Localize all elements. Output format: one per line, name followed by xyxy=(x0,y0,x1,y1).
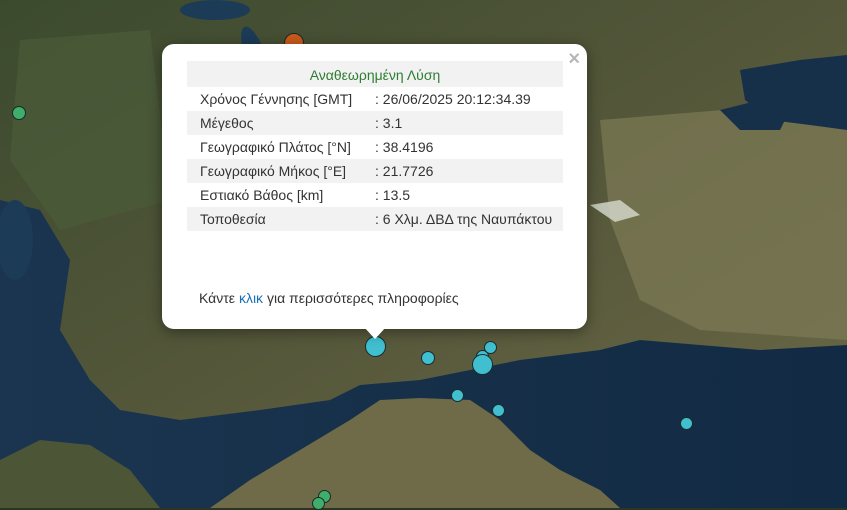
row-label: Γεωγραφικό Μήκος [°E] xyxy=(187,159,375,183)
table-row: Γεωγραφικό Μήκος [°E] : 21.7726 xyxy=(187,159,563,183)
earthquake-marker-icon[interactable] xyxy=(365,336,386,357)
earthquake-marker-icon[interactable] xyxy=(680,417,693,430)
row-value: : 21.7726 xyxy=(375,159,563,183)
row-label: Χρόνος Γέννησης [GMT] xyxy=(200,91,353,107)
row-label: Τοποθεσία xyxy=(187,207,375,231)
more-prefix: Κάντε xyxy=(199,290,236,306)
table-row: Μέγεθος : 3.1 xyxy=(187,111,563,135)
earthquake-marker-icon[interactable] xyxy=(421,351,435,365)
table-row: Τοποθεσία : 6 Χλμ. ΔΒΔ της Ναυπάκτου xyxy=(187,207,563,231)
lake xyxy=(180,0,250,20)
popup-title: Αναθεωρημένη Λύση xyxy=(187,61,563,87)
table-row: Εστιακό Βάθος [km] : 13.5 xyxy=(187,183,563,207)
table-row: Χρόνος Γέννησης [GMT] : 26/06/2025 20:12… xyxy=(187,87,563,111)
earthquake-marker-icon[interactable] xyxy=(451,389,464,402)
row-value: : 3.1 xyxy=(375,111,563,135)
row-label: Γεωγραφικό Πλάτος [°N] xyxy=(200,139,351,155)
popup-tip xyxy=(364,327,386,339)
earthquake-marker-icon[interactable] xyxy=(312,497,325,510)
earthquake-info-popup: × Αναθεωρημένη Λύση Χρόνος Γέννησης [GMT… xyxy=(162,44,587,329)
more-info-link[interactable]: κλικ xyxy=(239,290,263,306)
row-label: Εστιακό Βάθος [km] xyxy=(200,187,324,203)
earthquake-marker-icon[interactable] xyxy=(12,106,26,120)
row-label: Μέγεθος xyxy=(187,111,375,135)
more-suffix: για περισσότερες πληροφορίες xyxy=(266,290,459,306)
more-info-line: Κάντε κλικ για περισσότερες πληροφορίες xyxy=(199,290,459,306)
close-icon[interactable]: × xyxy=(568,47,580,71)
earthquake-marker-icon[interactable] xyxy=(492,404,505,417)
earthquake-marker-icon[interactable] xyxy=(472,354,493,375)
table-row: Γεωγραφικό Πλάτος [°N] : 38.4196 xyxy=(187,135,563,159)
row-value: : 38.4196 xyxy=(375,139,434,155)
row-value: : 6 Χλμ. ΔΒΔ της Ναυπάκτου xyxy=(375,207,563,231)
popup-title-row: Αναθεωρημένη Λύση xyxy=(187,61,563,87)
row-value: : 26/06/2025 20:12:34.39 xyxy=(375,91,531,107)
info-table: Αναθεωρημένη Λύση Χρόνος Γέννησης [GMT] … xyxy=(187,61,563,231)
row-value: : 13.5 xyxy=(375,187,411,203)
